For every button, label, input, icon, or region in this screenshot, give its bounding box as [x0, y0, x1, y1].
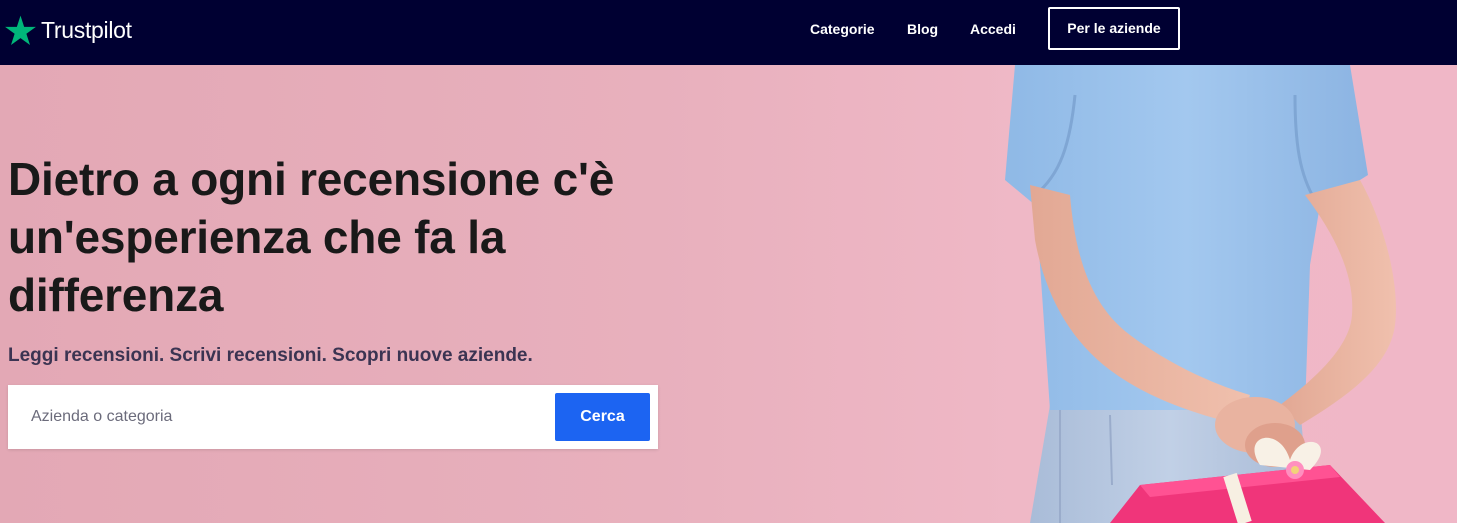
- for-businesses-button[interactable]: Per le aziende: [1048, 7, 1180, 50]
- company-search-input[interactable]: [8, 385, 548, 449]
- search-button[interactable]: Cerca: [555, 393, 650, 441]
- nav-link-categories[interactable]: Categorie: [810, 20, 875, 38]
- main-nav: Categorie Blog Accedi Per le aziende: [0, 0, 1457, 65]
- nav-link-blog[interactable]: Blog: [907, 20, 938, 38]
- company-search-form: Cerca: [8, 385, 658, 449]
- top-navigation-bar: Trustpilot Categorie Blog Accedi Per le …: [0, 0, 1457, 65]
- nav-link-login[interactable]: Accedi: [970, 20, 1016, 38]
- hero-tagline: Leggi recensioni. Scrivi recensioni. Sco…: [8, 345, 533, 366]
- hero-headline: Dietro a ogni recensione c'è un'esperien…: [8, 153, 615, 321]
- hero-section: Dietro a ogni recensione c'è un'esperien…: [0, 65, 1457, 523]
